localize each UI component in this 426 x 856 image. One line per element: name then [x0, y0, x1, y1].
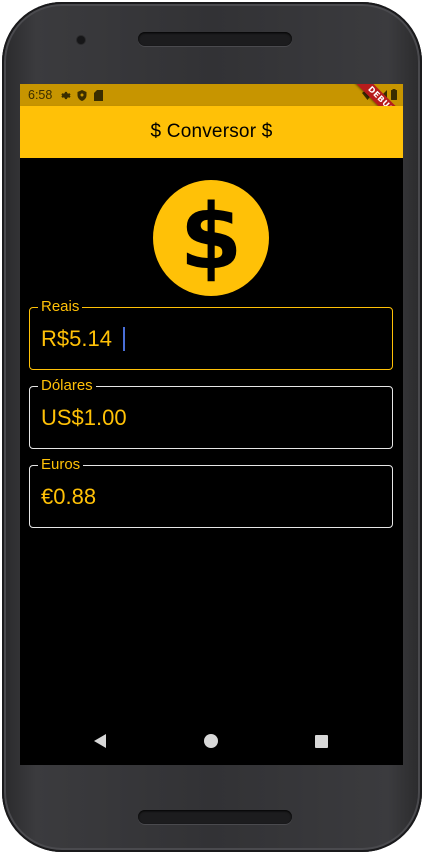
status-time: 6:58 [28, 88, 53, 102]
front-camera [77, 36, 85, 44]
status-bar: 6:58 DEBUG [20, 84, 403, 139]
dolares-field[interactable]: Dólares US$1.00 [29, 377, 393, 449]
reais-field[interactable]: Reais R$5.14 [29, 298, 393, 370]
back-icon[interactable] [90, 731, 110, 751]
dolares-input[interactable]: US$1.00 [41, 405, 127, 431]
svg-text:$: $ [180, 185, 243, 290]
settings-icon [60, 90, 71, 100]
reais-input[interactable]: R$5.14 [41, 326, 125, 352]
app-bar: $ Conversor $ [20, 106, 403, 158]
reais-label: Reais [38, 298, 83, 316]
dollar-circle-icon: $ [153, 180, 269, 296]
dolares-label: Dólares [38, 377, 96, 395]
sd-card-icon [94, 90, 104, 101]
bottom-speaker [138, 810, 292, 824]
shield-icon [77, 90, 87, 101]
reais-value: R$5.14 [41, 326, 112, 351]
top-speaker [138, 32, 292, 46]
euros-label: Euros [38, 456, 84, 474]
euros-field[interactable]: Euros €0.88 [29, 456, 393, 528]
euros-input[interactable]: €0.88 [41, 484, 96, 510]
screen: 6:58 DEBUG $ Conversor $ $ Reais R$5.14 … [20, 84, 403, 765]
recents-icon[interactable] [311, 731, 331, 751]
home-icon[interactable] [201, 731, 221, 751]
navigation-bar [20, 719, 403, 765]
battery-icon [391, 89, 397, 103]
app-title: $ Conversor $ [150, 121, 273, 142]
text-caret [122, 327, 125, 351]
